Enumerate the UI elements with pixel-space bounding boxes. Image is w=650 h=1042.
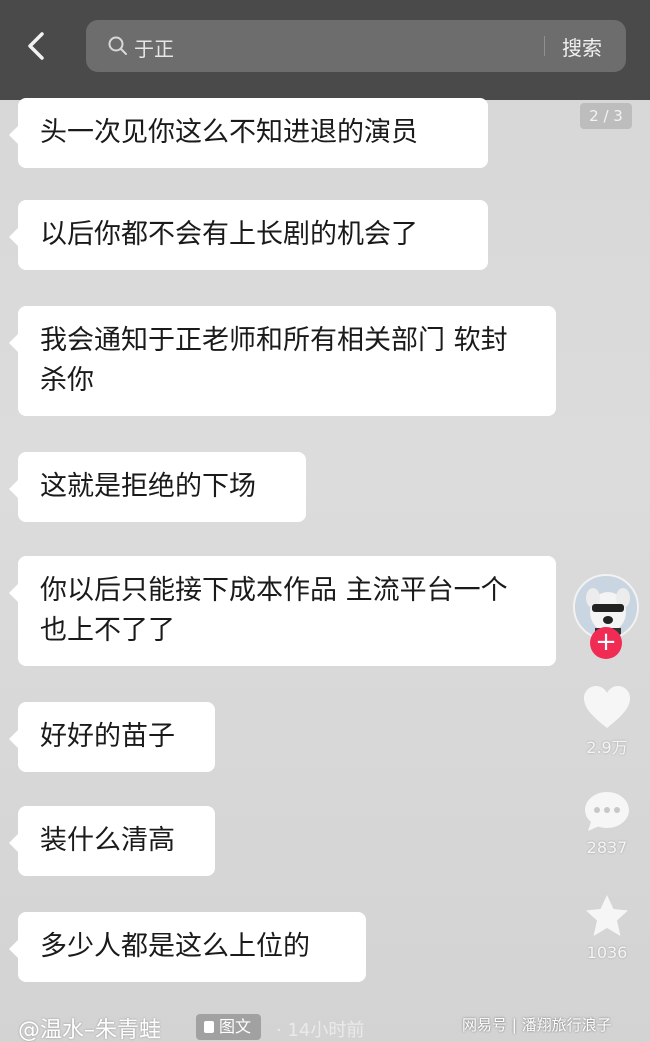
comment-button[interactable]: 2837 bbox=[572, 788, 642, 857]
search-divider bbox=[544, 36, 545, 56]
star-icon bbox=[586, 895, 628, 936]
search-input[interactable]: 于正 搜索 bbox=[86, 20, 626, 72]
search-icon bbox=[108, 36, 127, 55]
chevron-left-icon bbox=[28, 32, 44, 60]
chat-bubble: 头一次见你这么不知进退的演员 bbox=[9, 98, 488, 168]
comment-count: 2837 bbox=[586, 838, 628, 857]
chat-bubble: 装什么清高 bbox=[9, 806, 215, 876]
heart-icon bbox=[584, 686, 630, 728]
image-text-icon bbox=[204, 1021, 214, 1033]
comment-icon bbox=[585, 792, 629, 831]
chat-bubble: 你以后只能接下成本作品 主流平台一个也上不了了 bbox=[9, 556, 556, 666]
chat-bubble: 我会通知于正老师和所有相关部门 软封杀你 bbox=[9, 306, 556, 416]
post-info-bar: @温水–朱青蛙 图文 · 14小时前 网易号 | 潘翔旅行浪子 bbox=[0, 1012, 650, 1042]
page-indicator: 2 / 3 bbox=[580, 103, 632, 129]
follow-button[interactable]: + bbox=[590, 627, 622, 659]
back-button[interactable] bbox=[18, 26, 54, 66]
chat-bubble: 这就是拒绝的下场 bbox=[9, 452, 306, 522]
author-name[interactable]: @温水–朱青蛙 bbox=[18, 1012, 161, 1042]
favorite-count: 1036 bbox=[586, 943, 628, 962]
search-query-text: 于正 bbox=[134, 37, 174, 61]
like-button[interactable]: 2.9万 bbox=[572, 684, 642, 758]
favorite-button[interactable]: 1036 bbox=[572, 893, 642, 962]
top-bar: 于正 搜索 bbox=[0, 0, 650, 100]
chat-bubble: 好好的苗子 bbox=[9, 702, 215, 772]
chat-bubble: 以后你都不会有上长剧的机会了 bbox=[9, 200, 488, 270]
post-time: · 14小时前 bbox=[276, 1020, 365, 1041]
watermark: 网易号 | 潘翔旅行浪子 bbox=[462, 1016, 612, 1034]
like-count: 2.9万 bbox=[586, 738, 628, 757]
post-type-tag: 图文 bbox=[196, 1014, 262, 1040]
search-button[interactable]: 搜索 bbox=[562, 32, 602, 61]
chat-bubble: 多少人都是这么上位的 bbox=[9, 912, 366, 982]
post-type-label: 图文 bbox=[219, 1017, 252, 1036]
